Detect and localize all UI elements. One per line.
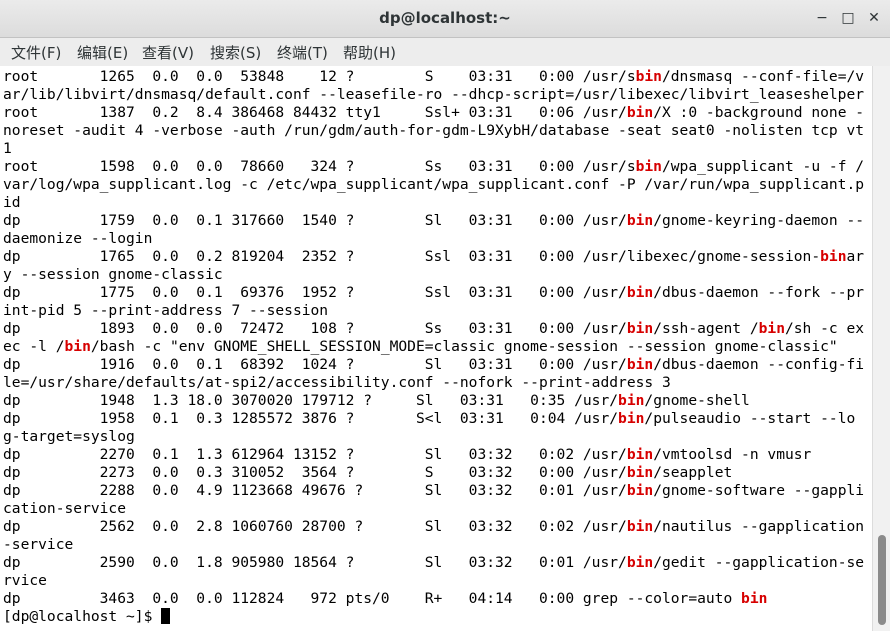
scrollbar[interactable] (872, 66, 890, 631)
grep-match: bin (626, 104, 654, 121)
terminal-line: int-pid 5 --print-address 7 --session (3, 302, 329, 319)
terminal-line: dp 2590 0.0 1.8 905980 18564 ? Sl 03:32 … (3, 554, 865, 571)
terminal-line: dp 1765 0.0 0.2 819204 2352 ? Ssl 03:31 … (3, 248, 865, 265)
title-bar[interactable]: dp@localhost:~ − □ ✕ (0, 0, 890, 38)
grep-match: bin (626, 554, 654, 571)
terminal-line: noreset -audit 4 -verbose -auth /run/gdm… (3, 122, 865, 139)
maximize-icon[interactable]: □ (837, 8, 859, 28)
grep-match: bin (626, 446, 654, 463)
terminal-line: var/log/wpa_supplicant.log -c /etc/wpa_s… (3, 176, 865, 193)
terminal-line: ar/lib/libvirt/dnsmasq/default.conf --le… (3, 86, 865, 103)
terminal-line: dp 1958 0.1 0.3 1285572 3876 ? S<l 03:31… (3, 410, 856, 427)
terminal-line: dp 1759 0.0 0.1 317660 1540 ? Sl 03:31 0… (3, 212, 865, 229)
shell-prompt[interactable]: [dp@localhost ~]$ (3, 608, 171, 626)
terminal-line: g-target=syslog (3, 428, 135, 445)
grep-match: bin (626, 356, 654, 373)
grep-match: bin (758, 320, 785, 337)
close-icon[interactable]: ✕ (863, 8, 885, 28)
grep-match: bin (64, 338, 91, 355)
grep-match: bin (626, 482, 654, 499)
menu-file[interactable]: 文件(F) (11, 42, 61, 63)
grep-match: bin (741, 590, 768, 607)
terminal-line: rvice (3, 572, 47, 589)
grep-match: bin (626, 212, 654, 229)
terminal-line: cation-service (3, 500, 127, 517)
terminal-line: dp 2270 0.1 1.3 612964 13152 ? Sl 03:32 … (3, 446, 812, 463)
menu-search[interactable]: 搜索(S) (210, 42, 261, 63)
terminal-line: dp 2562 0.0 2.8 1060760 28700 ? Sl 03:32… (3, 518, 865, 535)
terminal-line: dp 2288 0.0 4.9 1123668 49676 ? Sl 03:32… (3, 482, 865, 499)
terminal-line: root 1265 0.0 0.0 53848 12 ? S 03:31 0:0… (3, 68, 865, 85)
terminal-line: ec -l /bin/bash -c "env GNOME_SHELL_SESS… (3, 338, 838, 355)
terminal-line: id (3, 194, 21, 211)
terminal-line: 1 (3, 140, 12, 157)
window-title: dp@localhost:~ (379, 9, 511, 27)
grep-match: bin (626, 284, 654, 301)
menu-view[interactable]: 查看(V) (142, 42, 194, 63)
text-cursor (161, 608, 171, 624)
terminal-line: root 1598 0.0 0.0 78660 324 ? Ss 03:31 0… (3, 158, 865, 175)
minimize-icon[interactable]: − (811, 8, 833, 28)
terminal-output[interactable]: root 1265 0.0 0.0 53848 12 ? S 03:31 0:0… (0, 66, 872, 631)
terminal-line: dp 1916 0.0 0.1 68392 1024 ? Sl 03:31 0:… (3, 356, 865, 373)
menu-terminal[interactable]: 终端(T) (277, 42, 328, 63)
grep-match: bin (618, 392, 645, 409)
grep-match: bin (635, 158, 662, 175)
grep-match: bin (820, 248, 847, 265)
menu-edit[interactable]: 编辑(E) (77, 42, 128, 63)
terminal-line: dp 3463 0.0 0.0 112824 972 pts/0 R+ 04:1… (3, 590, 768, 607)
terminal-line: dp 1775 0.0 0.1 69376 1952 ? Ssl 03:31 0… (3, 284, 865, 301)
grep-match: bin (626, 518, 654, 535)
grep-match: bin (635, 68, 662, 85)
terminal-line: dp 2273 0.0 0.3 310052 3564 ? S 03:32 0:… (3, 464, 733, 481)
terminal-line: dp 1893 0.0 0.0 72472 108 ? Ss 03:31 0:0… (3, 320, 865, 337)
scrollbar-thumb[interactable] (878, 534, 886, 626)
grep-match: bin (618, 410, 645, 427)
terminal-window: dp@localhost:~ − □ ✕ 文件(F) 编辑(E) 查看(V) 搜… (0, 0, 890, 631)
terminal-line: root 1387 0.2 8.4 386468 84432 tty1 Ssl+… (3, 104, 865, 121)
menu-help[interactable]: 帮助(H) (343, 42, 396, 63)
menu-bar: 文件(F) 编辑(E) 查看(V) 搜索(S) 终端(T) 帮助(H) (0, 38, 890, 67)
grep-match: bin (626, 320, 654, 337)
terminal-line: le=/usr/share/defaults/at-spi2/accessibi… (3, 374, 671, 391)
terminal-line: -service (3, 536, 74, 553)
terminal-line: y --session gnome-classic (3, 266, 223, 283)
grep-match: bin (626, 464, 654, 481)
terminal-line: daemonize --login (3, 230, 153, 247)
terminal-line: dp 1948 1.3 18.0 3070020 179712 ? Sl 03:… (3, 392, 750, 409)
